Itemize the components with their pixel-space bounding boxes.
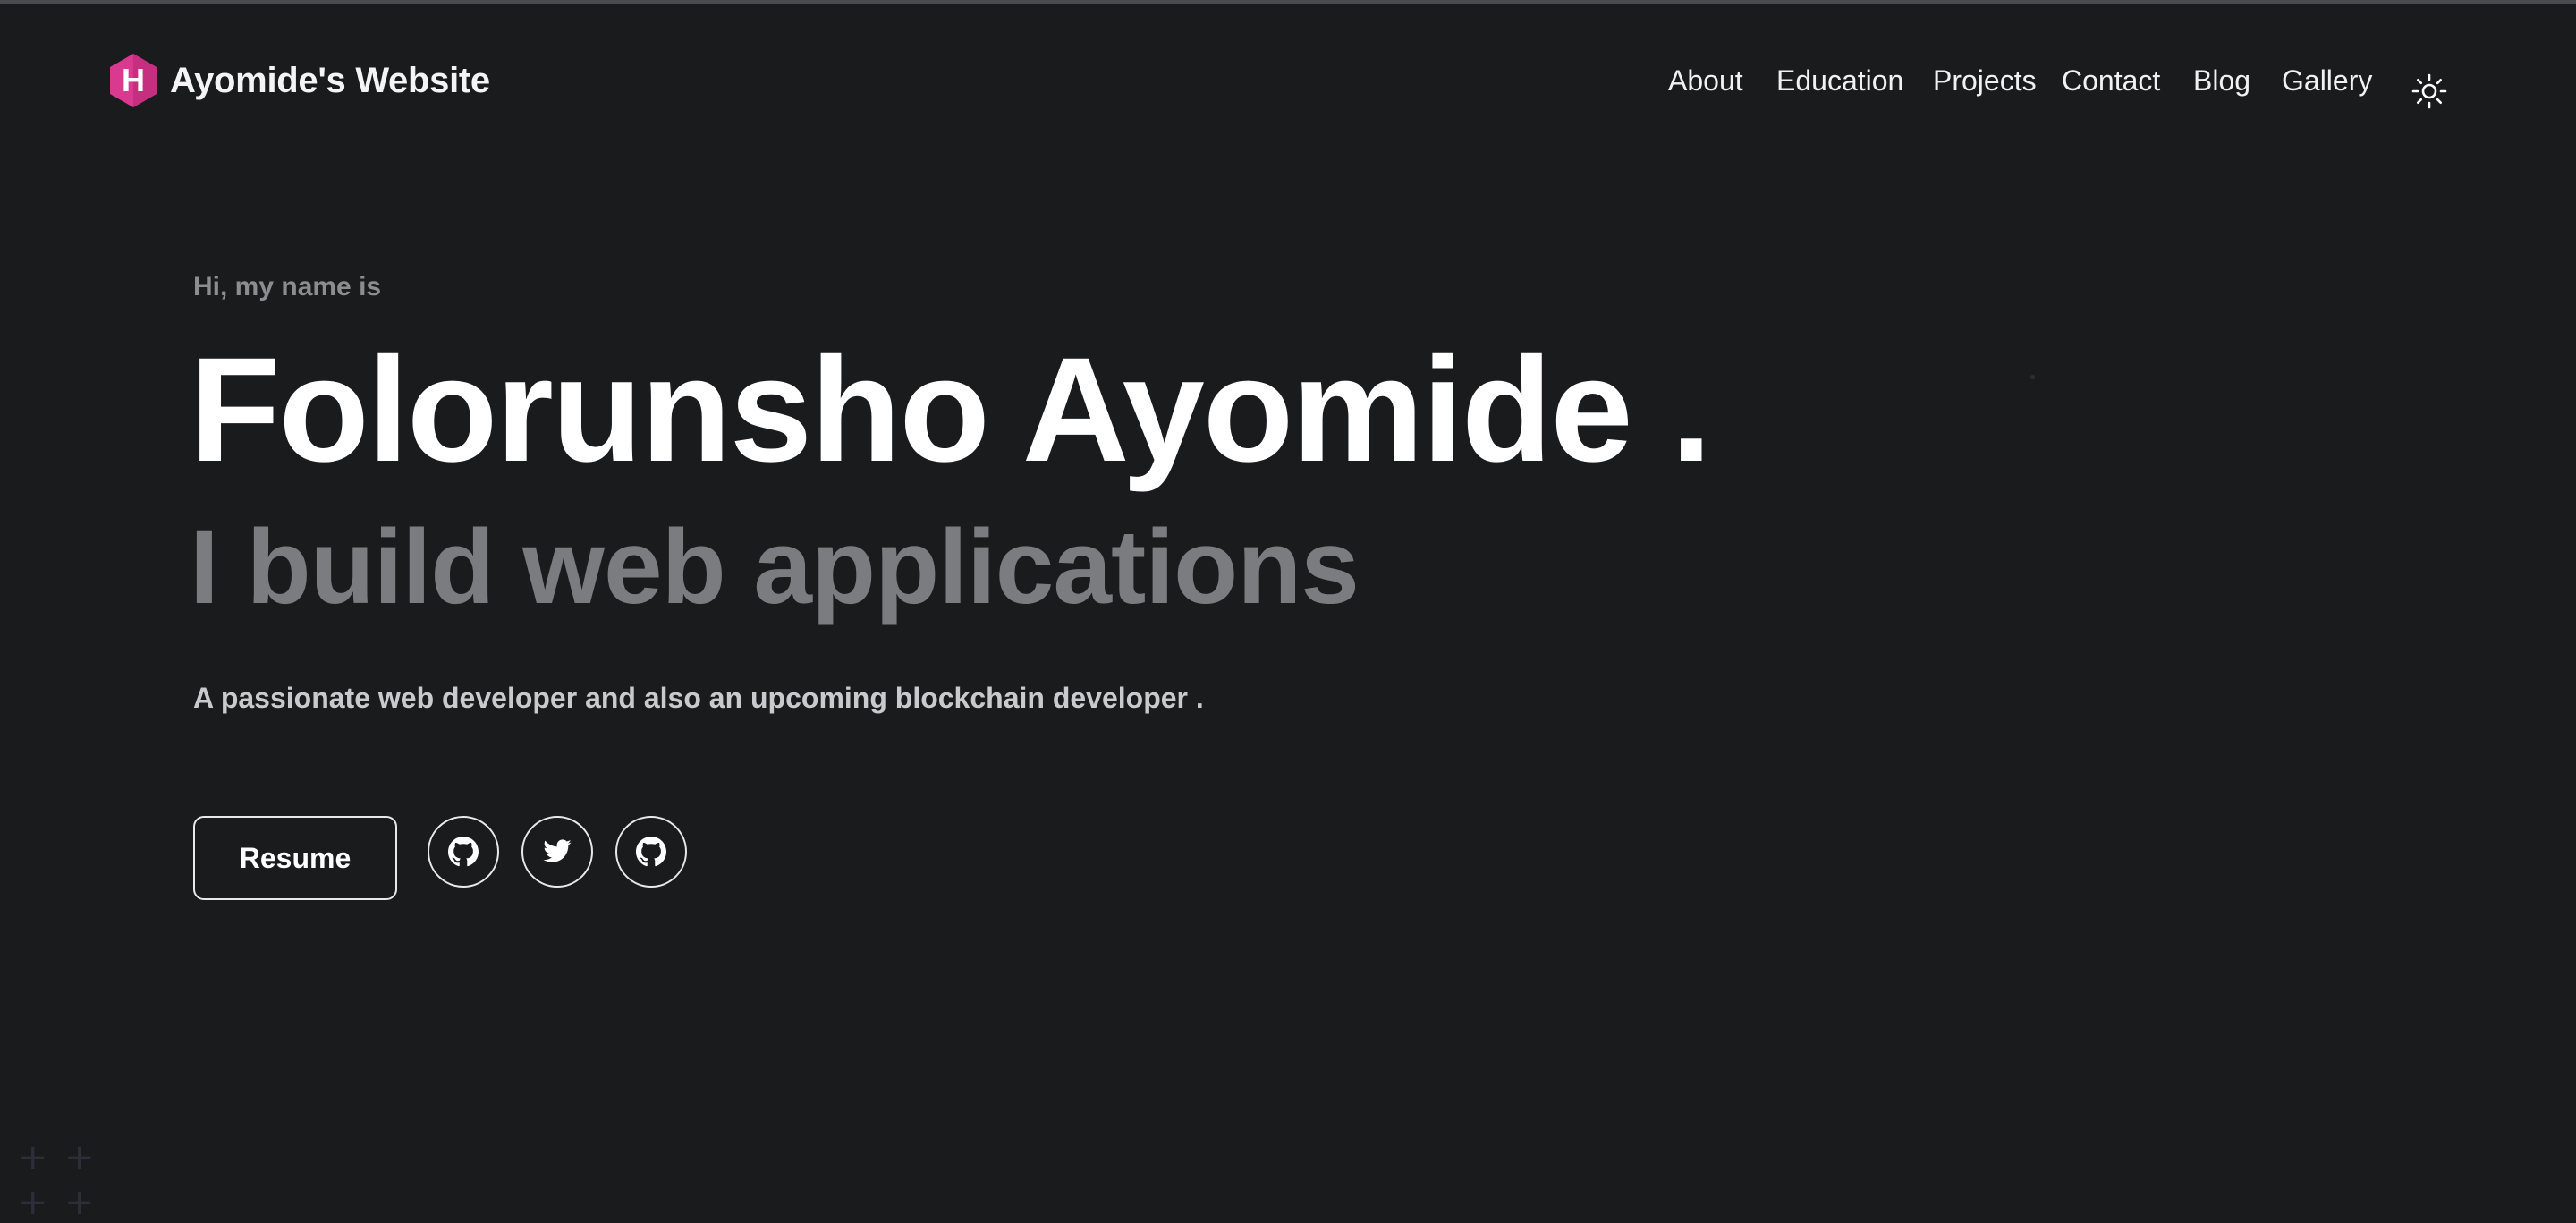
hero-description: A passionate web developer and also an u… [193,682,1204,714]
plus-icon: + [64,1137,95,1178]
github-link-secondary[interactable] [615,816,687,888]
main-nav: About Education Projects Contact Blog Ga… [0,64,2576,109]
decorative-plus-pattern: + + + + [18,1137,98,1220]
nav-item-gallery[interactable]: Gallery [2282,64,2372,98]
decorative-dot [2030,375,2035,379]
site-header: H Ayomide's Website About Education Proj… [0,0,2576,170]
hero-name: Folorunsho Ayomide . [190,327,1712,493]
resume-button[interactable]: Resume [193,816,397,900]
nav-item-education[interactable]: Education [1776,64,1903,98]
nav-item-projects[interactable]: Projects [1933,64,2037,98]
nav-item-contact[interactable]: Contact [2062,64,2160,98]
github-link[interactable] [428,816,499,888]
sun-icon [2411,73,2447,109]
theme-toggle-button[interactable] [2408,70,2451,113]
nav-item-about[interactable]: About [1668,64,1743,98]
twitter-icon [543,839,572,862]
plus-icon: + [64,1182,95,1223]
github-icon [448,837,479,867]
nav-item-blog[interactable]: Blog [2193,64,2250,98]
plus-icon: + [18,1182,48,1223]
twitter-link[interactable] [521,816,593,888]
hero-greeting: Hi, my name is [193,272,382,302]
hero-tagline: I build web applications [190,508,1360,626]
plus-icon: + [18,1137,48,1178]
github-icon [636,837,666,867]
